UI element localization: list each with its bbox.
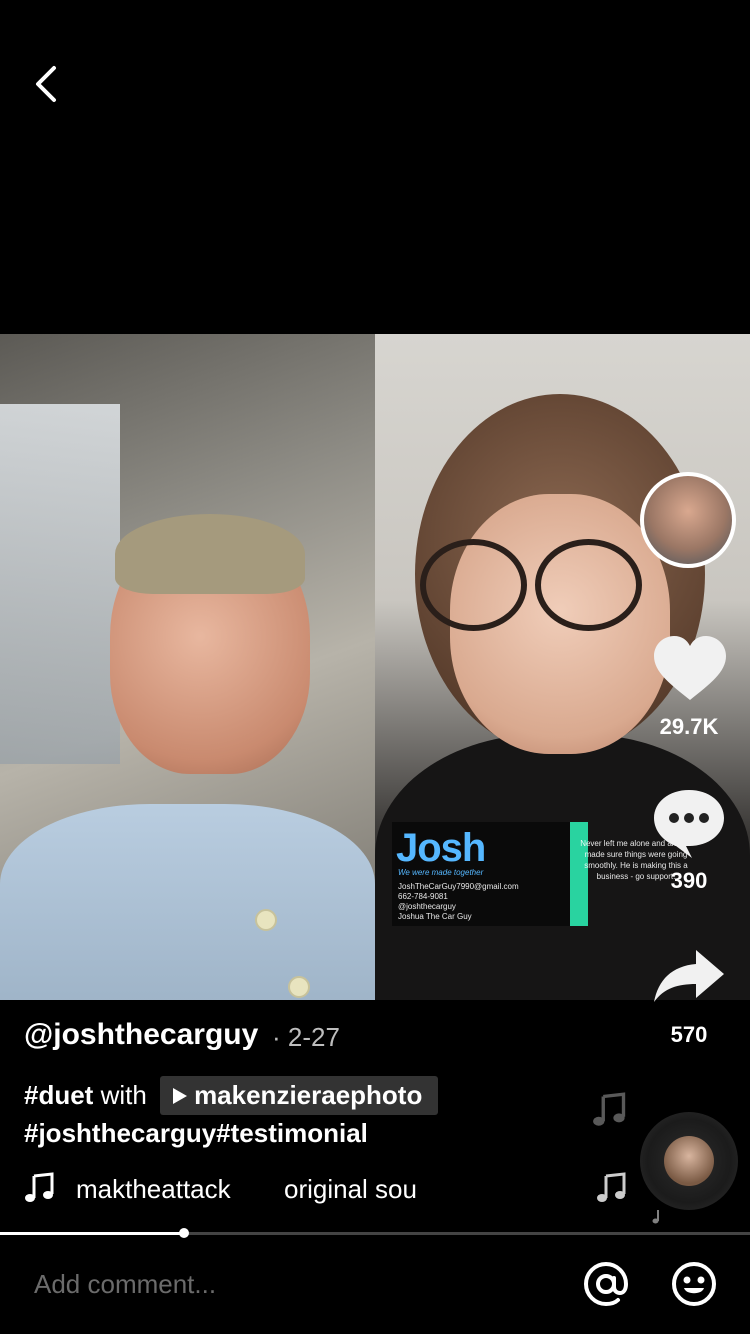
duet-user-name: makenzieraephoto — [194, 1080, 423, 1110]
mention-button[interactable] — [582, 1260, 630, 1308]
post-hashtags[interactable]: #joshthecarguy#testimonial — [24, 1118, 368, 1149]
card-name: Josh — [396, 826, 486, 870]
duet-line: #duet with makenzieraephoto — [24, 1076, 439, 1115]
post-date: · 2-27 — [272, 1022, 340, 1052]
avatar-image — [644, 476, 732, 564]
speech-bubble-icon — [654, 790, 724, 858]
floating-note-icon — [597, 1172, 626, 1202]
card-email: JoshTheCarGuy7990@gmail.com — [398, 882, 519, 891]
like-count: 29.7K — [659, 714, 719, 739]
progress-knob[interactable] — [178, 1228, 189, 1238]
card-phone: 662-784-9081 — [398, 892, 448, 901]
music-note-icon — [25, 1172, 54, 1202]
music-author: maktheattack — [76, 1174, 231, 1204]
progress-fill — [0, 1232, 184, 1235]
creator-avatar[interactable] — [640, 472, 736, 568]
chevron-left-icon — [36, 66, 56, 102]
person-shirt — [0, 804, 375, 1000]
heart-icon — [654, 636, 726, 700]
emoji-icon — [672, 1262, 716, 1306]
share-arrow-icon — [654, 950, 724, 1002]
music-row[interactable]: maktheattack original sound — [24, 1172, 434, 1208]
back-button[interactable] — [20, 56, 76, 112]
glasses-right — [535, 539, 642, 631]
shirt-button — [255, 909, 277, 931]
card-tiktok: @joshthecarguy — [398, 902, 456, 911]
comment-input[interactable] — [0, 1240, 596, 1328]
play-icon — [173, 1088, 188, 1104]
shirt-button — [288, 976, 310, 998]
duet-hashtag[interactable]: #duet — [24, 1080, 93, 1110]
duet-video-left[interactable] — [0, 334, 375, 1000]
card-tagline: We were made together — [398, 868, 484, 877]
like-button[interactable] — [650, 630, 730, 710]
floating-note-icon — [652, 1210, 659, 1224]
post-username[interactable]: @joshthecarguy — [24, 1018, 258, 1052]
share-button[interactable] — [652, 946, 726, 1006]
share-count: 570 — [670, 1022, 708, 1047]
comment-count: 390 — [670, 868, 708, 893]
music-disc-cover — [664, 1136, 714, 1186]
at-icon — [583, 1261, 629, 1307]
floating-note-icon — [593, 1092, 626, 1126]
music-disc[interactable] — [640, 1112, 738, 1210]
duet-with-text: with — [100, 1080, 147, 1110]
duet-user-chip[interactable]: makenzieraephoto — [160, 1076, 439, 1115]
emoji-button[interactable] — [670, 1260, 718, 1308]
card-youtube: Joshua The Car Guy — [398, 912, 472, 921]
glasses-left — [420, 539, 527, 631]
car-window — [0, 404, 120, 764]
comment-button[interactable] — [652, 786, 726, 860]
person-hair — [115, 514, 305, 594]
business-card: Josh We were made together JoshTheCarGuy… — [392, 822, 588, 926]
music-title: original sound — [284, 1174, 416, 1204]
